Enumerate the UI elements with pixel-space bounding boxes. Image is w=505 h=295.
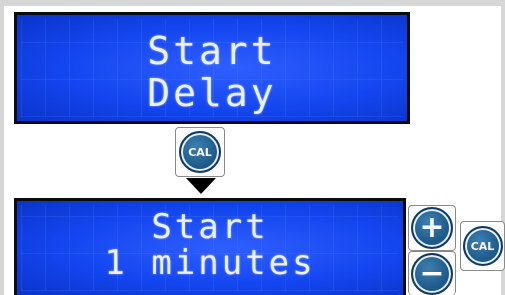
cal-icon: CAL <box>462 226 503 266</box>
lcd-bottom-line-2: 1 minutes <box>104 243 316 283</box>
lcd-top-line-2: Delay <box>147 71 277 115</box>
lcd-bottom-line-1: Start <box>151 207 269 247</box>
lcd-screen-top: Start Delay <box>14 12 410 124</box>
plus-button[interactable]: + <box>408 205 456 251</box>
minus-icon: − <box>411 252 453 295</box>
cal-icon: CAL <box>179 131 221 173</box>
minus-button[interactable]: − <box>408 251 456 295</box>
arrow-down-icon <box>186 178 216 194</box>
cal-button[interactable]: CAL <box>175 127 225 177</box>
plus-icon: + <box>411 207 453 249</box>
lcd-screen-bottom: Start 1 minutes <box>14 198 406 295</box>
lcd-top-line-1: Start <box>147 29 277 73</box>
cal-button-side[interactable]: CAL <box>460 221 505 271</box>
